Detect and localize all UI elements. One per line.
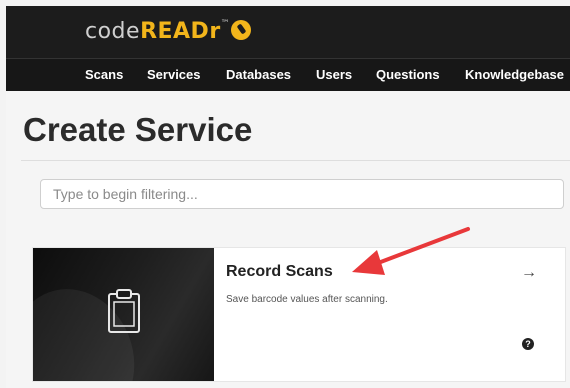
nav-item-services[interactable]: Services bbox=[147, 67, 201, 82]
top-navigation-bar: codeREADr™ Scans Services Databases User… bbox=[6, 6, 570, 91]
title-divider bbox=[21, 160, 570, 161]
nav-item-users[interactable]: Users bbox=[316, 67, 352, 82]
service-card-title: Record Scans bbox=[226, 263, 333, 280]
nav-item-questions[interactable]: Questions bbox=[376, 67, 440, 82]
main-content: Create Service Record Scans Save barcode… bbox=[6, 91, 570, 388]
nav-item-scans[interactable]: Scans bbox=[85, 67, 123, 82]
logo-highlight: READr bbox=[140, 19, 221, 44]
arrow-right-icon[interactable]: → bbox=[521, 264, 537, 282]
nav-item-databases[interactable]: Databases bbox=[226, 67, 291, 82]
codereadr-logo[interactable]: codeREADr™ bbox=[85, 19, 230, 44]
filter-input[interactable] bbox=[40, 179, 564, 209]
nav-item-knowledgebase[interactable]: Knowledgebase bbox=[465, 67, 564, 82]
service-card-image bbox=[33, 248, 214, 381]
logo-row: codeREADr™ bbox=[6, 6, 570, 59]
help-icon[interactable]: ? bbox=[522, 338, 534, 350]
service-card-description: Save barcode values after scanning. bbox=[226, 294, 388, 305]
service-card-record-scans[interactable]: Record Scans Save barcode values after s… bbox=[32, 247, 566, 382]
page-title: Create Service bbox=[23, 111, 253, 148]
clipboard-icon bbox=[108, 289, 140, 333]
trademark-symbol: ™ bbox=[220, 19, 231, 29]
main-nav: Scans Services Databases Users Questions… bbox=[6, 59, 570, 91]
logo-badge-icon bbox=[231, 20, 251, 40]
